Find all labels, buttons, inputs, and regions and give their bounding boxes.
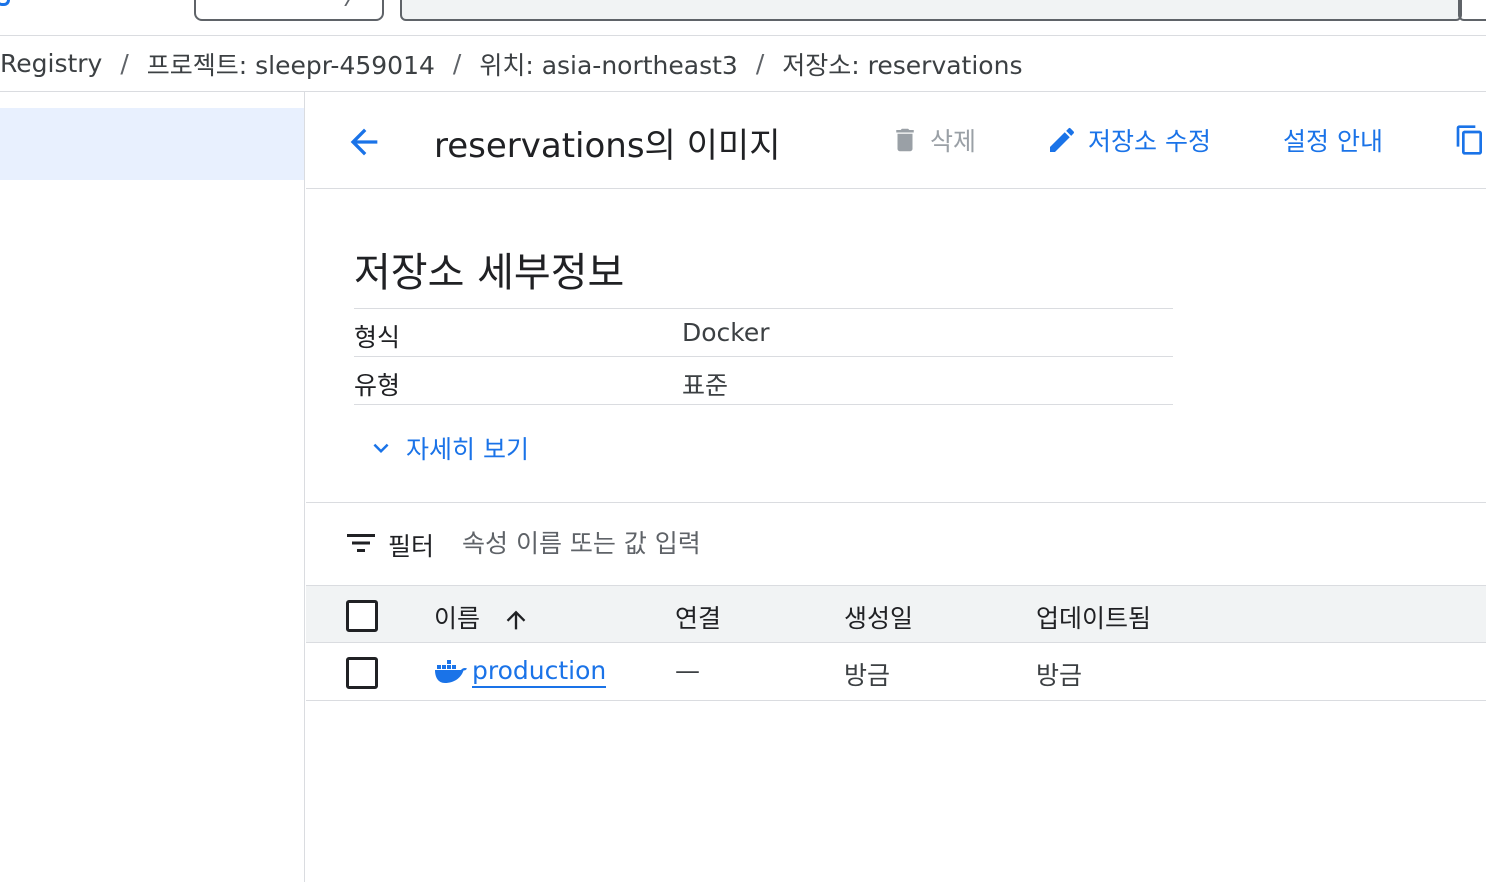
back-button[interactable] xyxy=(344,122,384,162)
breadcrumb-item-repository[interactable]: 저장소: reservations xyxy=(782,46,1022,82)
details-key: 유형 xyxy=(354,371,401,400)
details-row: 유형 표준 xyxy=(354,357,1173,405)
details-value: 표준 xyxy=(682,371,729,400)
show-more-button[interactable]: 자세히 보기 xyxy=(366,430,529,466)
details-row: 형식 Docker xyxy=(354,309,1173,357)
filter-bar: 필터 xyxy=(306,503,1486,585)
setup-instructions-button[interactable]: 설정 안내 xyxy=(1283,120,1383,160)
filter-icon[interactable] xyxy=(346,531,376,555)
column-header-name-label: 이름 xyxy=(434,604,481,633)
copy-icon xyxy=(1456,125,1482,155)
breadcrumb-separator: / xyxy=(452,49,462,78)
show-more-label: 자세히 보기 xyxy=(406,435,529,464)
column-header-link[interactable]: 연결 xyxy=(675,599,721,635)
arrow-up-icon xyxy=(506,610,526,630)
breadcrumb-separator: / xyxy=(755,49,765,78)
table-row: production — 방금 방금 xyxy=(306,643,1486,701)
chevron-down-icon xyxy=(373,443,389,453)
row-checkbox[interactable] xyxy=(346,657,378,689)
select-all-checkbox[interactable] xyxy=(346,600,378,632)
column-header-name[interactable]: 이름 xyxy=(434,599,530,635)
setup-instructions-label: 설정 안내 xyxy=(1283,127,1383,156)
copy-button[interactable] xyxy=(1454,120,1486,160)
delete-button[interactable]: 삭제 xyxy=(890,120,976,160)
column-header-created[interactable]: 생성일 xyxy=(844,599,913,635)
toolbar: reservations의 이미지 삭제 저장소 수정 설정 안내 xyxy=(306,92,1486,189)
breadcrumb-item-project[interactable]: 프로젝트: sleepr-459014 xyxy=(147,46,435,82)
pencil-icon xyxy=(1050,127,1075,152)
image-name-label: production xyxy=(472,656,607,688)
column-header-updated[interactable]: 업데이트됨 xyxy=(1036,599,1151,635)
search-button[interactable] xyxy=(1458,0,1486,21)
edit-repository-label: 저장소 수정 xyxy=(1088,127,1211,156)
details-table: 형식 Docker 유형 표준 xyxy=(354,308,1173,405)
filter-label: 필터 xyxy=(388,532,435,561)
logo[interactable] xyxy=(0,0,10,6)
filter-input[interactable] xyxy=(462,523,1162,563)
delete-label: 삭제 xyxy=(930,127,977,156)
docker-icon xyxy=(435,660,467,683)
trash-icon xyxy=(896,128,914,152)
created-cell: 방금 xyxy=(844,661,891,690)
details-title: 저장소 세부정보 xyxy=(354,250,625,296)
image-link[interactable]: production xyxy=(434,656,607,688)
table-header: 이름 연결 생성일 업데이트됨 xyxy=(306,585,1486,643)
link-cell: — xyxy=(675,656,700,685)
left-nav xyxy=(0,92,305,882)
image-name-cell: production xyxy=(434,656,607,688)
search-input[interactable] xyxy=(400,0,1462,21)
breadcrumb-separator: / xyxy=(120,49,129,78)
nav-item-active[interactable] xyxy=(0,108,304,180)
breadcrumb-item-registry[interactable]: Registry xyxy=(0,49,102,78)
page-title: reservations의 이미지 xyxy=(434,126,781,166)
project-picker-button[interactable] xyxy=(194,0,384,21)
edit-repository-button[interactable]: 저장소 수정 xyxy=(1046,120,1211,160)
back-arrow-icon xyxy=(350,128,378,156)
details-value: Docker xyxy=(682,318,770,347)
main-content: reservations의 이미지 삭제 저장소 수정 설정 안내 저장소 세부… xyxy=(306,92,1486,882)
details-key: 형식 xyxy=(354,323,401,352)
top-bar xyxy=(0,0,1486,36)
updated-cell: 방금 xyxy=(1036,661,1083,690)
breadcrumb: Registry / 프로젝트: sleepr-459014 / 위치: asi… xyxy=(0,36,1486,92)
breadcrumb-item-location[interactable]: 위치: asia-northeast3 xyxy=(479,46,738,82)
